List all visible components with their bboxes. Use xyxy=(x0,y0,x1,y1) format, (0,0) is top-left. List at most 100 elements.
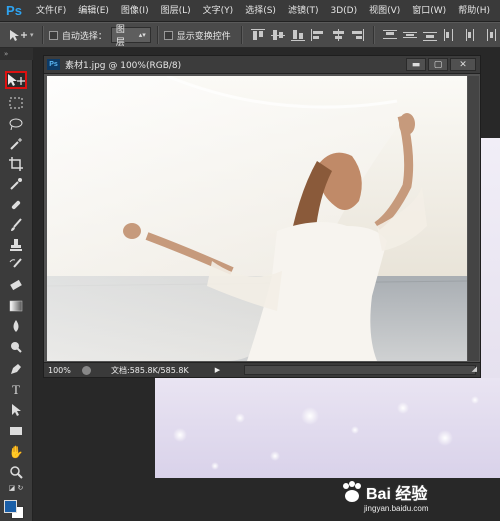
menu-3d[interactable]: 3D(D) xyxy=(324,0,363,22)
minimize-icon: ▬ xyxy=(411,60,421,70)
close-icon: ✕ xyxy=(459,60,467,70)
menu-file[interactable]: 文件(F) xyxy=(30,0,72,22)
distribute-right-icon[interactable] xyxy=(482,28,498,42)
zoom-icon xyxy=(10,466,23,479)
move-tool-icon xyxy=(8,74,25,86)
distribute-vertical-center-icon[interactable] xyxy=(402,28,418,42)
path-selection-tool-button[interactable] xyxy=(5,401,27,419)
align-horizontal-center-icon[interactable] xyxy=(330,28,346,42)
eraser-tool-button[interactable] xyxy=(5,276,27,294)
crop-tool-button[interactable] xyxy=(5,155,27,173)
separator xyxy=(373,26,375,44)
distribute-left-icon[interactable] xyxy=(442,28,458,42)
zoom-tool-button[interactable] xyxy=(5,463,27,481)
menu-window[interactable]: 窗口(W) xyxy=(406,0,452,22)
distribute-horizontal-center-icon[interactable] xyxy=(462,28,478,42)
move-tool-icon xyxy=(10,30,27,41)
document-status-bar: 100% 文档:585.8K/585.8K ▶ ◢ xyxy=(44,362,480,377)
auto-select-checkbox[interactable] xyxy=(48,30,58,40)
rectangular-marquee-icon xyxy=(9,97,23,109)
distribute-bottom-icon[interactable] xyxy=(422,28,438,42)
maximize-button[interactable]: ▢ xyxy=(428,58,448,71)
clone-stamp-tool-button[interactable] xyxy=(5,236,27,254)
menu-filter[interactable]: 滤镜(T) xyxy=(282,0,325,22)
align-left-icon[interactable] xyxy=(310,28,326,42)
pen-tool-button[interactable] xyxy=(5,360,27,378)
panel-collapse-grip[interactable]: » xyxy=(0,48,33,60)
close-button[interactable]: ✕ xyxy=(450,58,476,71)
auto-select-label: 自动选择： xyxy=(61,31,107,42)
dodge-tool-button[interactable] xyxy=(5,338,27,356)
magic-wand-tool-button[interactable] xyxy=(5,135,27,153)
blur-tool-button[interactable] xyxy=(5,317,27,335)
healing-brush-tool-button[interactable] xyxy=(5,196,27,214)
separator xyxy=(240,26,242,44)
history-brush-tool-button[interactable] xyxy=(5,256,27,274)
eyedropper-tool-button[interactable] xyxy=(5,175,27,193)
chevron-down-icon: ▴▾ xyxy=(138,31,146,39)
menu-help[interactable]: 帮助(H) xyxy=(452,0,496,22)
rectangle-tool-button[interactable] xyxy=(5,422,27,440)
maximize-icon: ▢ xyxy=(433,60,443,70)
auto-select-target-dropdown[interactable]: 图层 ▴▾ xyxy=(110,25,151,48)
vertical-scrollbar[interactable] xyxy=(468,76,479,361)
crop-icon xyxy=(9,157,23,171)
bride-veil-photo xyxy=(47,76,467,361)
history-brush-icon xyxy=(9,258,22,268)
separator xyxy=(41,26,43,44)
document-title-bar[interactable]: Ps 素材1.jpg @ 100%(RGB/8) ▬ ▢ ✕ xyxy=(44,56,480,74)
image-canvas[interactable] xyxy=(47,76,467,361)
watermark-brand: Bai 经验 xyxy=(366,486,428,503)
show-transform-checkbox[interactable] xyxy=(163,30,173,40)
brush-tool-button[interactable] xyxy=(5,216,27,234)
status-info-icon[interactable] xyxy=(82,365,91,375)
healing-brush-icon xyxy=(11,200,21,210)
menu-layer[interactable]: 图层(L) xyxy=(155,0,197,22)
document-title: 素材1.jpg @ 100%(RGB/8) xyxy=(65,61,182,71)
document-size-info: 文档:585.8K/585.8K xyxy=(111,365,189,375)
align-bottom-icon[interactable] xyxy=(290,28,306,42)
options-bar: ▾ 自动选择： 图层 ▴▾ 显示变换控件 xyxy=(0,22,500,48)
rectangle-shape-icon xyxy=(10,427,22,435)
align-top-icon[interactable] xyxy=(250,28,266,42)
hand-tool-button[interactable]: ✋ xyxy=(5,443,27,461)
path-selection-icon xyxy=(12,404,21,416)
move-tool-button[interactable] xyxy=(5,71,27,89)
horizontal-scrollbar[interactable] xyxy=(244,365,476,375)
menu-select[interactable]: 选择(S) xyxy=(239,0,282,22)
background-document-canvas xyxy=(155,378,500,478)
gradient-icon xyxy=(9,300,23,312)
default-colors-icon[interactable]: ◪ ↻ xyxy=(5,482,27,494)
menu-image[interactable]: 图像(I) xyxy=(115,0,155,22)
menu-view[interactable]: 视图(V) xyxy=(363,0,406,22)
paw-logo-icon xyxy=(343,481,361,502)
eraser-icon xyxy=(10,279,22,291)
pen-icon xyxy=(11,364,21,374)
type-tool-button[interactable]: T xyxy=(5,381,27,399)
zoom-level[interactable]: 100% xyxy=(48,366,82,375)
minimize-button[interactable]: ▬ xyxy=(406,58,426,71)
photoshop-logo: Ps xyxy=(6,2,22,18)
photoshop-document-icon: Ps xyxy=(47,59,60,70)
baidu-jingyan-watermark: Bai 经验 jingyan.baidu.com xyxy=(336,478,500,521)
status-menu-arrow-icon[interactable]: ▶ xyxy=(215,366,220,374)
show-transform-label: 显示变换控件 xyxy=(176,31,231,42)
align-vertical-center-icon[interactable] xyxy=(270,28,286,42)
align-right-icon[interactable] xyxy=(349,28,365,42)
distribute-top-icon[interactable] xyxy=(382,28,398,42)
auto-select-target-value: 图层 xyxy=(115,25,125,48)
marquee-tool-button[interactable] xyxy=(5,94,27,112)
lasso-tool-button[interactable] xyxy=(5,115,27,133)
gradient-tool-button[interactable] xyxy=(5,297,27,315)
eyedropper-icon xyxy=(10,178,22,190)
dodge-icon xyxy=(11,342,22,353)
separator xyxy=(156,26,158,44)
menu-type[interactable]: 文字(Y) xyxy=(197,0,240,22)
foreground-color-swatch[interactable] xyxy=(4,500,17,513)
magic-wand-icon xyxy=(10,138,22,150)
tool-preset-picker[interactable]: ▾ xyxy=(8,25,36,45)
watermark-url: jingyan.baidu.com xyxy=(364,504,429,513)
brush-icon xyxy=(11,218,22,231)
chevron-down-icon: ▾ xyxy=(30,31,34,39)
menu-edit[interactable]: 编辑(E) xyxy=(72,0,115,22)
